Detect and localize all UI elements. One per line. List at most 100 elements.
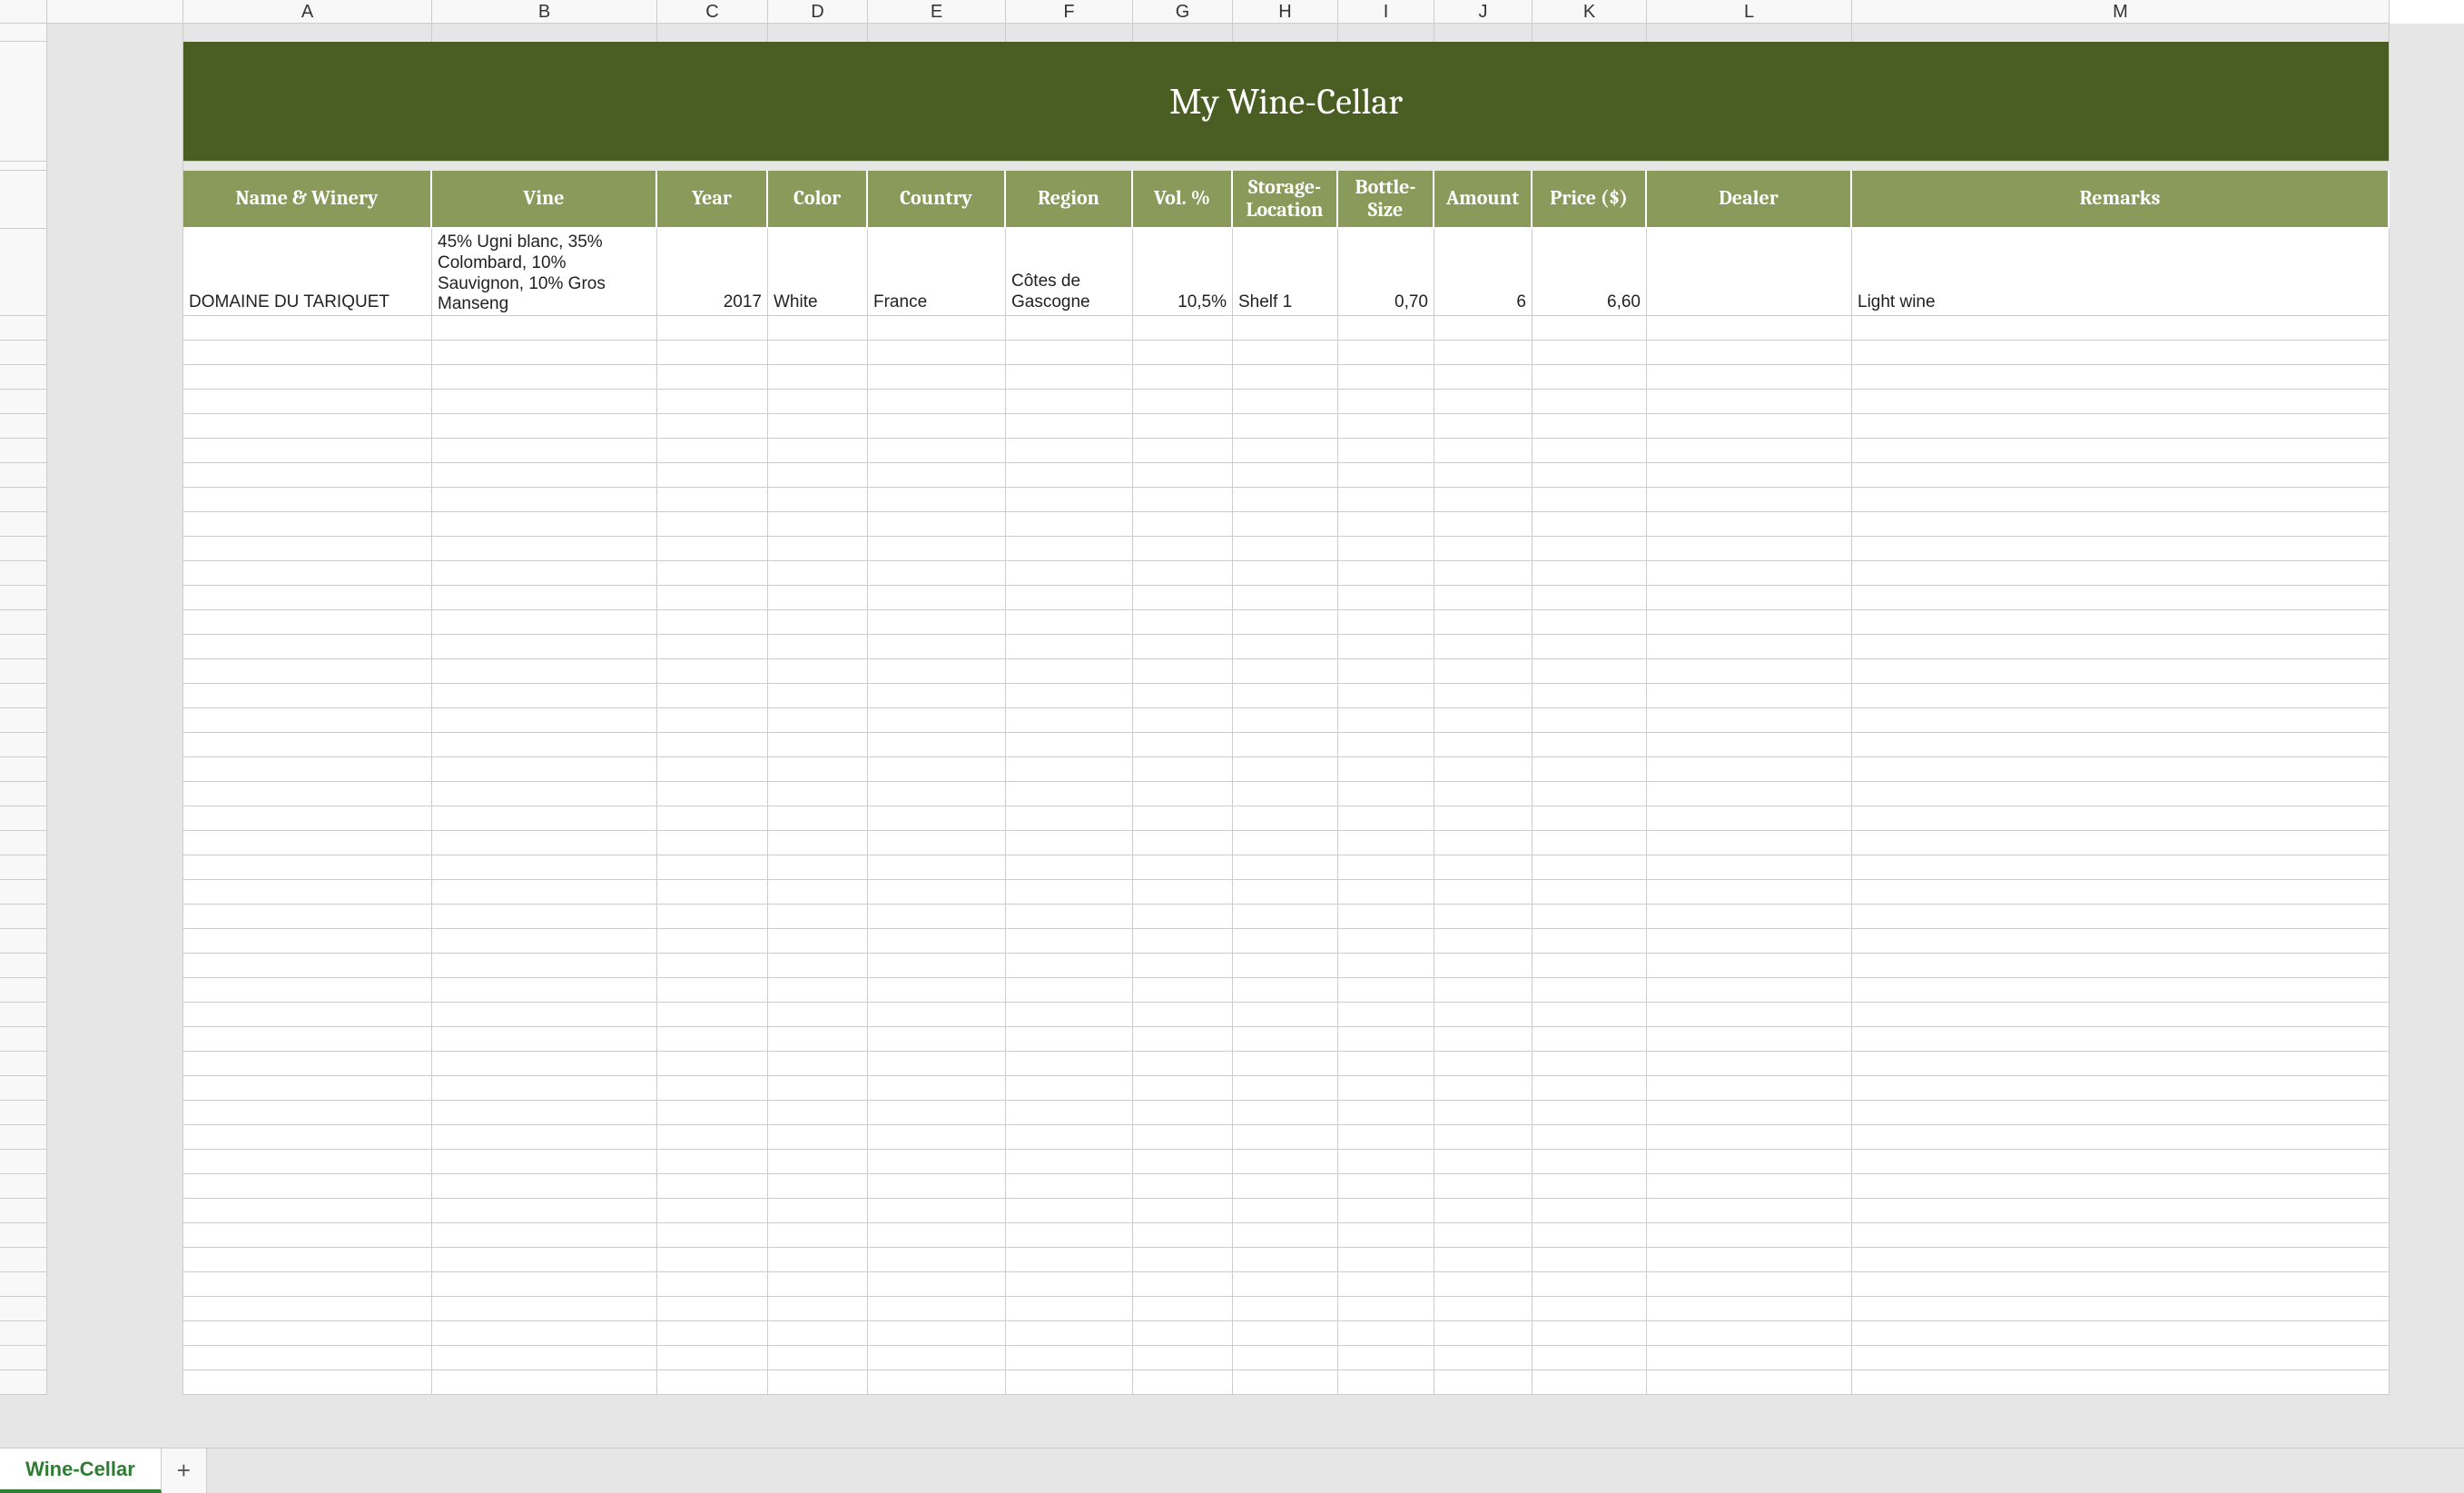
empty-cell[interactable] [432, 1150, 657, 1174]
empty-cell[interactable] [657, 659, 768, 684]
empty-cell[interactable] [183, 708, 432, 733]
empty-cell[interactable] [1647, 1150, 1852, 1174]
empty-cell[interactable] [868, 610, 1006, 635]
empty-cell[interactable] [868, 1272, 1006, 1297]
empty-cell[interactable] [657, 855, 768, 880]
empty-cell[interactable] [657, 1223, 768, 1248]
empty-cell[interactable] [1338, 390, 1434, 414]
empty-cell[interactable] [1006, 929, 1133, 954]
empty-cell[interactable] [1133, 1003, 1233, 1027]
empty-cell[interactable] [1233, 782, 1338, 806]
empty-cell[interactable] [1533, 1199, 1647, 1223]
empty-cell[interactable] [657, 390, 768, 414]
empty-cell[interactable] [1233, 1003, 1338, 1027]
empty-cell[interactable] [1133, 684, 1233, 708]
empty-cell[interactable] [183, 365, 432, 390]
empty-cell[interactable] [1133, 561, 1233, 586]
row-header[interactable] [0, 806, 47, 831]
empty-cell[interactable] [1434, 1199, 1533, 1223]
empty-cell[interactable] [657, 512, 768, 537]
empty-cell[interactable] [432, 1223, 657, 1248]
empty-cell[interactable] [868, 708, 1006, 733]
empty-cell[interactable] [1852, 782, 2390, 806]
empty-cell[interactable] [1852, 954, 2390, 978]
empty-cell[interactable] [432, 782, 657, 806]
empty-cell[interactable] [1133, 512, 1233, 537]
empty-cell[interactable] [657, 978, 768, 1003]
empty-cell[interactable] [1233, 610, 1338, 635]
empty-cell[interactable] [868, 1101, 1006, 1125]
table-header-F[interactable]: Region [1006, 171, 1133, 229]
empty-cell[interactable] [657, 1248, 768, 1272]
empty-cell[interactable] [657, 954, 768, 978]
row-header[interactable] [0, 1248, 47, 1272]
empty-cell[interactable] [1852, 365, 2390, 390]
empty-cell[interactable] [432, 1346, 657, 1370]
empty-cell[interactable] [432, 512, 657, 537]
empty-cell[interactable] [1647, 733, 1852, 757]
empty-cell[interactable] [868, 659, 1006, 684]
empty-cell[interactable] [432, 635, 657, 659]
empty-cell[interactable] [868, 341, 1006, 365]
empty-cell[interactable] [1647, 1101, 1852, 1125]
row-header[interactable] [0, 512, 47, 537]
empty-cell[interactable] [1533, 586, 1647, 610]
empty-cell[interactable] [1434, 586, 1533, 610]
empty-cell[interactable] [1233, 512, 1338, 537]
empty-cell[interactable] [432, 831, 657, 855]
empty-cell[interactable] [1133, 733, 1233, 757]
empty-cell[interactable] [768, 1150, 868, 1174]
empty-cell[interactable] [1434, 708, 1533, 733]
empty-cell[interactable] [868, 880, 1006, 905]
empty-cell[interactable] [1338, 512, 1434, 537]
empty-cell[interactable] [1852, 537, 2390, 561]
empty-cell[interactable] [868, 1297, 1006, 1321]
empty-cell[interactable] [432, 586, 657, 610]
empty-cell[interactable] [1852, 855, 2390, 880]
empty-cell[interactable] [1338, 1052, 1434, 1076]
empty-cell[interactable] [1338, 659, 1434, 684]
empty-cell[interactable] [768, 635, 868, 659]
empty-cell[interactable] [1852, 831, 2390, 855]
empty-cell[interactable] [1852, 978, 2390, 1003]
empty-cell[interactable] [1338, 1076, 1434, 1101]
empty-cell[interactable] [1647, 905, 1852, 929]
empty-cell[interactable] [1133, 708, 1233, 733]
empty-cell[interactable] [1434, 1370, 1533, 1395]
empty-cell[interactable] [432, 365, 657, 390]
empty-cell[interactable] [1533, 1248, 1647, 1272]
row-header[interactable] [0, 610, 47, 635]
empty-cell[interactable] [1233, 929, 1338, 954]
data-price[interactable]: 6,60 [1533, 229, 1647, 316]
empty-cell[interactable] [183, 733, 432, 757]
empty-cell[interactable] [1434, 635, 1533, 659]
row-header[interactable] [0, 1101, 47, 1125]
empty-cell[interactable] [1434, 561, 1533, 586]
sheet-scroll-area[interactable]: ABCDEFGHIJKLM My Wine-CellarName & Winer… [0, 0, 2464, 1448]
empty-cell[interactable] [1647, 659, 1852, 684]
empty-cell[interactable] [1338, 488, 1434, 512]
empty-cell[interactable] [1338, 880, 1434, 905]
empty-cell[interactable] [657, 806, 768, 831]
empty-cell[interactable] [768, 929, 868, 954]
empty-cell[interactable] [1006, 855, 1133, 880]
empty-cell[interactable] [657, 831, 768, 855]
empty-cell[interactable] [1233, 855, 1338, 880]
empty-cell[interactable] [183, 586, 432, 610]
empty-cell[interactable] [1434, 341, 1533, 365]
empty-cell[interactable] [183, 757, 432, 782]
empty-cell[interactable] [868, 757, 1006, 782]
empty-cell[interactable] [432, 659, 657, 684]
empty-cell[interactable] [1006, 1321, 1133, 1346]
empty-cell[interactable] [1434, 1272, 1533, 1297]
empty-cell[interactable] [1533, 880, 1647, 905]
empty-cell[interactable] [1647, 782, 1852, 806]
empty-cell[interactable] [1647, 1125, 1852, 1150]
empty-cell[interactable] [868, 1223, 1006, 1248]
empty-cell[interactable] [1133, 905, 1233, 929]
empty-cell[interactable] [1852, 1125, 2390, 1150]
empty-cell[interactable] [1338, 1297, 1434, 1321]
empty-cell[interactable] [1852, 610, 2390, 635]
empty-cell[interactable] [1533, 488, 1647, 512]
empty-cell[interactable] [1133, 1027, 1233, 1052]
